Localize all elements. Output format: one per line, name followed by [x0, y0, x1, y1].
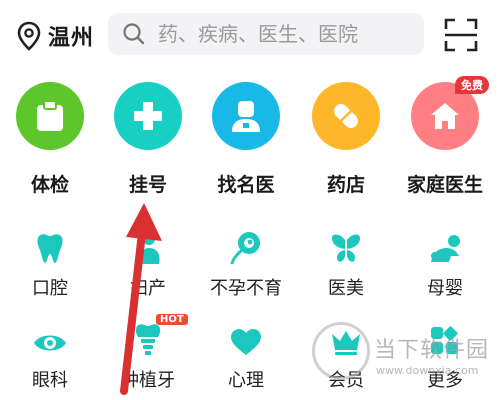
- baby-icon: [431, 235, 460, 262]
- grid-item-dental[interactable]: 口腔: [1, 226, 99, 300]
- house-icon: [431, 103, 459, 129]
- clipboard-icon: [37, 100, 63, 131]
- tooth-icon: [37, 234, 63, 263]
- grid-item-psychology[interactable]: 心理: [197, 318, 295, 392]
- butterfly-icon: [332, 234, 360, 262]
- service-checkup[interactable]: 体检: [1, 82, 99, 197]
- service-label: 找名医: [217, 174, 275, 196]
- service-pharmacy-circle: [312, 82, 380, 150]
- grid-item-mother-baby[interactable]: 母婴: [396, 226, 494, 300]
- grid-label: 眼科: [32, 370, 68, 391]
- grid-item-fertility[interactable]: 不孕不育: [197, 226, 295, 300]
- service-label: 体检: [30, 174, 69, 196]
- header: 温州: [0, 0, 498, 66]
- heart-icon: [231, 329, 261, 355]
- grid-label: 不孕不育: [210, 278, 282, 299]
- grid-item-ophthalmology[interactable]: 眼科: [1, 318, 99, 392]
- doctor-icon: [232, 101, 260, 132]
- service-family-doctor-circle: 免费: [411, 76, 489, 150]
- free-badge: 免费: [455, 76, 489, 94]
- service-registration[interactable]: 挂号: [99, 82, 197, 197]
- grid-label: 母婴: [427, 278, 463, 299]
- eye-icon: [34, 335, 66, 351]
- search-input[interactable]: [158, 22, 418, 46]
- watermark-url: www.downxia.com: [376, 364, 479, 377]
- service-family-doctor[interactable]: 免费 家庭医生: [396, 76, 494, 197]
- watermark-text: 当下软件园: [374, 338, 490, 363]
- service-find-doctor-circle: [212, 82, 280, 150]
- cross-icon: [134, 102, 162, 130]
- search-icon: [123, 23, 145, 45]
- grid-label: 医美: [328, 278, 364, 299]
- grid-label: 口腔: [32, 278, 68, 299]
- watermark: 当下软件园 www.downxia.com: [312, 318, 498, 400]
- annotation-arrow-icon: [120, 203, 162, 395]
- top-services: 体检 挂号 找名医 药店 免费 家庭医生: [0, 76, 498, 202]
- grid-item-cosmetic[interactable]: 医美: [297, 226, 395, 300]
- scan-icon[interactable]: [444, 18, 478, 52]
- location-selector[interactable]: 温州: [16, 20, 94, 52]
- service-find-doctor[interactable]: 找名医: [197, 82, 295, 197]
- service-checkup-circle: [16, 82, 84, 150]
- service-label: 家庭医生: [406, 174, 483, 196]
- pill-icon: [334, 104, 358, 128]
- city-name: 温州: [48, 26, 95, 51]
- grid-label: 心理: [228, 370, 264, 391]
- search-bar[interactable]: [108, 13, 424, 55]
- watermark-logo-icon: [312, 322, 370, 380]
- location-pin-icon: [17, 21, 41, 51]
- service-pharmacy[interactable]: 药店: [297, 82, 395, 197]
- fertility-icon: [230, 232, 260, 264]
- service-label: 挂号: [128, 174, 167, 196]
- service-registration-circle: [114, 82, 182, 150]
- service-label: 药店: [326, 174, 365, 196]
